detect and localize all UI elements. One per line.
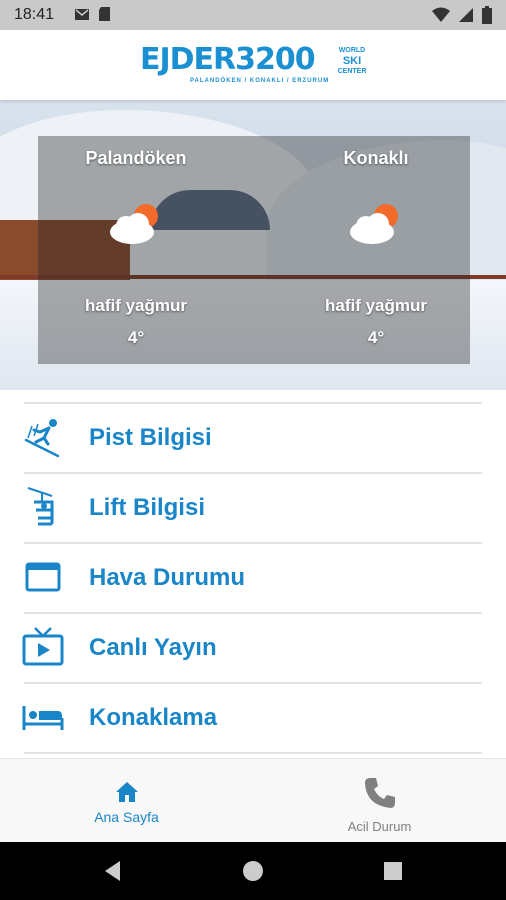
menu-item-lift-bilgisi[interactable]: Lift Bilgisi [0,472,506,542]
menu-label: Canlı Yayın [89,634,217,661]
weather-temperature: 4° [127,328,145,347]
menu-label: Pist Bilgisi [89,424,212,451]
menu-divider [24,542,482,544]
logo-side-line: SKI [342,55,362,67]
home-icon [115,782,138,802]
app-logo: EJDER3200 WORLD SKI CENTER PALANDÖKEN / … [140,42,370,92]
menu-divider [24,612,482,614]
menu-divider [24,752,482,754]
phone-icon [364,778,395,808]
menu-label: Lift Bilgisi [89,494,205,521]
bottom-nav: Ana Sayfa Acil Durum [0,758,506,842]
logo-main-text: EJDER3200 [140,42,316,77]
menu-divider [24,682,482,684]
status-bar: 18:41 [0,0,506,30]
skier-icon [24,419,60,458]
menu-label: Konaklama [89,704,218,731]
chairlift-icon [27,487,54,526]
logo-side-text: WORLD SKI CENTER [337,46,367,76]
nav-emergency-label: Acil Durum [347,819,412,834]
window-icon [25,562,61,592]
menu-item-konaklama[interactable]: Konaklama [0,682,506,752]
sd-card-icon [99,7,110,21]
battery-icon [482,6,492,24]
main-menu: Pist Bilgisi Lift Bilgisi Hava Durumu Ca… [0,402,506,752]
back-icon[interactable] [102,860,124,882]
weather-description: hafif yağmur [84,296,188,315]
partly-cloudy-rain-icon [350,204,398,244]
weather-city: Konaklı [343,148,409,168]
bed-icon [22,706,64,730]
weather-temperature: 4° [367,328,385,347]
logo-side-line: WORLD [338,47,366,54]
menu-item-pist-bilgisi[interactable]: Pist Bilgisi [0,402,506,472]
weather-description: hafif yağmur [324,296,428,315]
wifi-icon [432,7,450,22]
status-time: 18:41 [14,6,55,23]
gmail-icon [75,9,89,20]
partly-cloudy-rain-icon [110,204,158,244]
app-header: EJDER3200 WORLD SKI CENTER PALANDÖKEN / … [0,30,506,100]
weather-card-palandoken[interactable]: Palandöken hafif yağmur 4° [46,136,226,364]
menu-label: Hava Durumu [89,564,246,591]
menu-divider [24,402,482,404]
logo-subtitle: PALANDÖKEN / KONAKLI / ERZURUM [190,78,330,84]
weather-panel: Palandöken hafif yağmur 4° Konaklı hafif… [38,136,470,364]
system-nav-bar [0,842,506,900]
signal-icon [459,8,473,22]
home-button-icon[interactable] [242,860,264,882]
nav-home[interactable]: Ana Sayfa [0,759,253,843]
nav-emergency[interactable]: Acil Durum [253,759,506,843]
menu-item-canli-yayin[interactable]: Canlı Yayın [0,612,506,682]
recents-icon[interactable] [382,860,404,882]
menu-item-hava-durumu[interactable]: Hava Durumu [0,542,506,612]
weather-card-konakli[interactable]: Konaklı hafif yağmur 4° [286,136,466,364]
nav-home-label: Ana Sayfa [94,809,159,825]
logo-side-line: CENTER [337,68,367,75]
weather-city: Palandöken [85,148,187,168]
menu-divider [24,472,482,474]
live-tv-icon [22,627,64,666]
